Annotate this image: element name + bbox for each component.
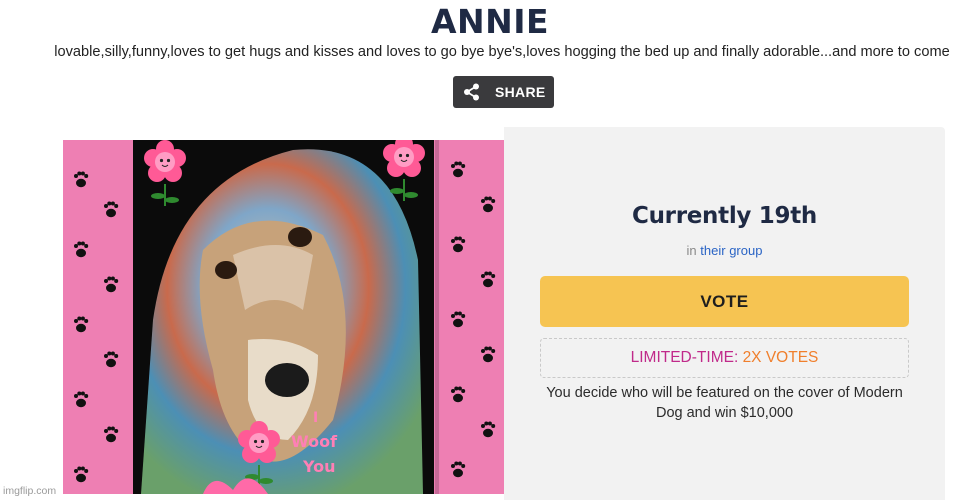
group-line: in their group [504,243,945,258]
promo-lead: LIMITED-TIME: [630,349,743,366]
photo-text-i: I [313,410,318,426]
promo-banner: LIMITED-TIME: 2X VOTES [540,338,909,378]
group-link[interactable]: their group [700,243,762,258]
vote-panel: Currently 19th in their group VOTE LIMIT… [504,127,945,500]
share-button[interactable]: SHARE [453,76,554,108]
group-prefix: in [686,243,697,258]
rank-status: Currently 19th [632,203,817,229]
pet-description: lovable,silly,funny,loves to get hugs an… [54,44,950,60]
watermark: imgflip.com [3,485,57,497]
promo-highlight: 2X VOTES [742,349,819,366]
photo-text-you: You [302,457,336,476]
vote-button[interactable]: VOTE [540,276,909,327]
share-label: SHARE [495,84,546,100]
photo-text-woof: Woof [291,432,338,451]
promo-description: You decide who will be featured on the c… [546,385,903,421]
pet-name-title: ANNIE [430,2,550,41]
pet-photo: I Woof You [63,140,504,494]
share-icon [464,83,479,101]
